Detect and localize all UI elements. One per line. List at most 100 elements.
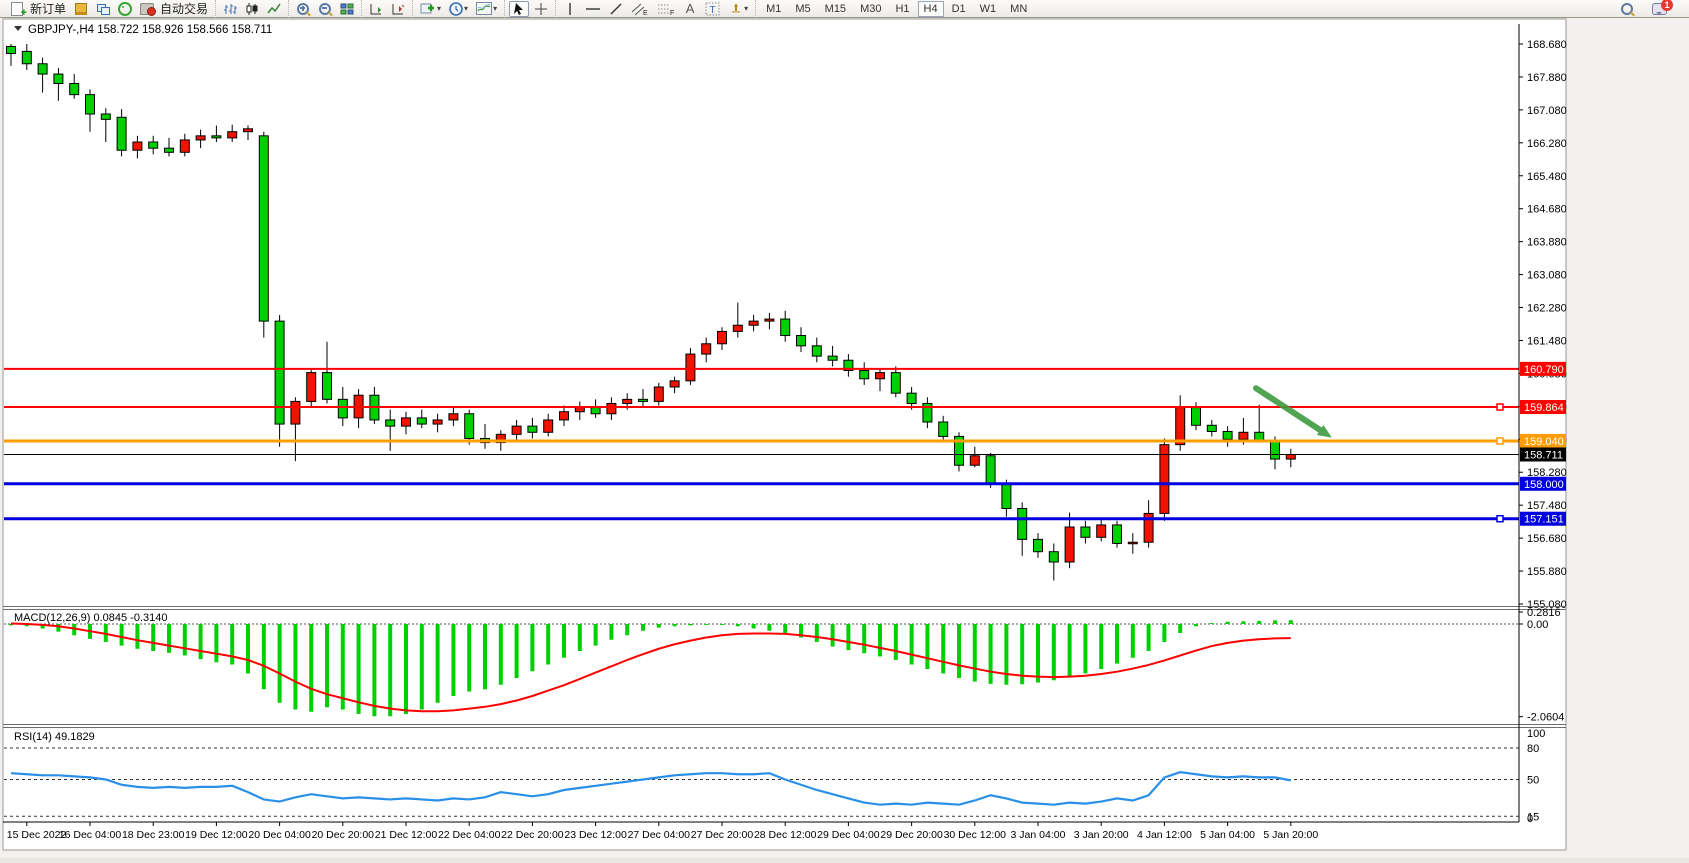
chart-title: GBPJPY-,H4 158.722 158.926 158.566 158.7… [28, 24, 272, 36]
template-caret: ▾ [493, 4, 497, 13]
windows-button[interactable] [93, 1, 113, 17]
zoom-in-icon [297, 3, 309, 15]
indicator-window-b-icon [391, 2, 405, 16]
vertical-line-button[interactable] [560, 1, 580, 17]
macd-label: MACD(12,26,9) 0.0845 -0.3140 [14, 612, 167, 624]
search-icon [1621, 3, 1633, 15]
search-button[interactable] [1617, 1, 1637, 17]
chart-type-group [215, 0, 288, 18]
time-tick-label: 3 Jan 20:00 [1074, 829, 1129, 841]
subwindow-group [361, 0, 412, 18]
clock-icon [449, 2, 463, 16]
time-tick-label: 4 Jan 12:00 [1137, 829, 1192, 841]
autotrading-button[interactable] [137, 1, 157, 17]
price-tick-label: 167.880 [1527, 72, 1567, 84]
arrows-tool-button[interactable]: ▾ [726, 1, 751, 17]
deposit-button[interactable] [71, 1, 91, 17]
chat-bubble-icon: 1 [1652, 3, 1667, 15]
vertical-line-icon [565, 2, 575, 16]
timeframe-d1[interactable]: D1 [946, 1, 972, 17]
new-order-button[interactable]: + [7, 1, 27, 17]
crosshair-icon [534, 2, 548, 16]
text-label-button[interactable]: T [702, 1, 724, 17]
hline-handle[interactable] [1497, 404, 1503, 410]
tile-windows-icon [340, 3, 354, 15]
signal-button[interactable] [115, 1, 135, 17]
rsi-axis-label: 100 [1527, 728, 1545, 740]
candle [1160, 438, 1169, 520]
new-order-label[interactable]: 新订单 [30, 0, 66, 17]
timeframe-mn[interactable]: MN [1004, 1, 1033, 17]
period-clock-caret: ▾ [464, 4, 468, 13]
candle [1113, 521, 1122, 548]
candle [307, 369, 316, 407]
time-tick-label: 29 Dec 04:00 [817, 829, 880, 841]
candlestick-button[interactable] [242, 1, 262, 17]
indicator-window-a-button[interactable] [366, 1, 386, 17]
cursor-icon [513, 2, 525, 16]
time-tick-label: 23 Dec 12:00 [564, 829, 627, 841]
period-clock-button[interactable]: ▾ [446, 1, 471, 17]
tile-windows-button[interactable] [337, 1, 357, 17]
trendline-button[interactable] [606, 1, 626, 17]
price-tick-label: 167.080 [1527, 105, 1567, 117]
indicator-window-b-button[interactable] [388, 1, 408, 17]
zoom-out-button[interactable] [315, 1, 335, 17]
crosshair-button[interactable] [531, 1, 551, 17]
timeframe-w1[interactable]: W1 [974, 1, 1003, 17]
hline-handle[interactable] [1497, 438, 1503, 444]
horizontal-line-button[interactable] [582, 1, 604, 17]
time-tick-label: 27 Dec 20:00 [691, 829, 754, 841]
timeframe-m5[interactable]: M5 [789, 1, 816, 17]
timeframe-h4[interactable]: H4 [918, 1, 944, 17]
arrows-tool-caret: ▾ [744, 4, 748, 13]
price-tick-label: 164.680 [1527, 204, 1567, 216]
timeframe-m1[interactable]: M1 [760, 1, 787, 17]
new-order-icon: + [11, 2, 23, 16]
time-tick-label: 5 Jan 04:00 [1200, 829, 1255, 841]
equidistant-channel-button[interactable]: E [628, 1, 652, 17]
gold-cube-icon [75, 3, 87, 15]
time-tick-label: 19 Dec 12:00 [185, 829, 248, 841]
time-tick-label: 22 Dec 20:00 [501, 829, 564, 841]
time-tick-label: 5 Jan 20:00 [1263, 829, 1318, 841]
candle [955, 432, 964, 471]
cursor-button[interactable] [509, 1, 529, 17]
trendline-icon [609, 2, 623, 16]
notifications-button[interactable]: 1 [1649, 1, 1670, 17]
timeframe-h1[interactable]: H1 [889, 1, 915, 17]
cascade-windows-icon [97, 4, 109, 14]
horizontal-line-icon [585, 2, 601, 16]
autotrading-label[interactable]: 自动交易 [160, 0, 208, 17]
template-button[interactable]: ▾ [473, 1, 500, 17]
timeframe-m30[interactable]: M30 [854, 1, 887, 17]
svg-text:F: F [670, 10, 674, 16]
price-tick-label: 166.280 [1527, 138, 1567, 150]
hline-handle[interactable] [1497, 516, 1503, 522]
price-tick-label: 161.480 [1527, 335, 1567, 347]
price-badge-label: 159.040 [1524, 436, 1564, 448]
fibonacci-button[interactable]: F [654, 1, 678, 17]
chart-window [3, 19, 1566, 850]
line-chart-button[interactable] [264, 1, 284, 17]
arrows-tool-icon [729, 2, 743, 16]
zoom-in-button[interactable] [293, 1, 313, 17]
macd-axis-label: -2.0604 [1527, 712, 1564, 724]
price-badge-label: 160.790 [1524, 364, 1564, 376]
notification-badge: 1 [1661, 0, 1673, 11]
zoom-group [288, 0, 361, 18]
autotrading-icon [140, 3, 154, 15]
fibonacci-icon: F [657, 2, 675, 16]
svg-text:E: E [643, 10, 648, 16]
text-button[interactable]: A [680, 1, 700, 17]
svg-text:T: T [710, 5, 716, 16]
time-tick-label: 3 Jan 04:00 [1011, 829, 1066, 841]
toolbar-right: 1 [1616, 1, 1686, 17]
rsi-axis-label: 50 [1527, 775, 1539, 787]
bar-chart-icon [223, 2, 237, 16]
text-icon: A [686, 1, 695, 16]
timeframe-group: M1M5M15M30H1H4D1W1MN [755, 0, 1037, 18]
bar-chart-button[interactable] [220, 1, 240, 17]
add-indicator-button[interactable]: ▾ [417, 1, 444, 17]
timeframe-m15[interactable]: M15 [819, 1, 852, 17]
